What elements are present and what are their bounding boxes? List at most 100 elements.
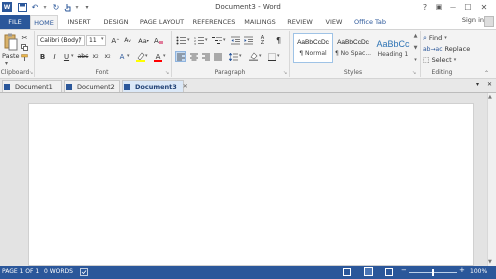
align-left-icon[interactable] bbox=[175, 51, 186, 62]
minimize-icon[interactable]: — bbox=[446, 1, 460, 13]
sign-in-link[interactable]: Sign in bbox=[462, 16, 484, 24]
subscript-icon[interactable]: x2 bbox=[90, 51, 101, 62]
zoom-slider-handle[interactable] bbox=[432, 269, 434, 276]
svg-text:3: 3 bbox=[194, 42, 196, 45]
tab-page-layout[interactable]: PAGE LAYOUT bbox=[138, 15, 186, 29]
more-styles-icon[interactable]: ▾ bbox=[414, 57, 417, 63]
document-page[interactable] bbox=[28, 103, 474, 266]
clipboard-launcher-icon[interactable]: ↘ bbox=[29, 70, 33, 76]
find-button[interactable]: ⌕ Find ▾ bbox=[423, 33, 447, 43]
style-normal[interactable]: AaBbCcDc ¶ Normal bbox=[293, 33, 333, 63]
replace-button[interactable]: ab→ac Replace bbox=[423, 44, 470, 54]
multilevel-list-icon[interactable] bbox=[211, 35, 223, 46]
show-hide-marks-icon[interactable]: ¶ bbox=[273, 35, 284, 46]
borders-dropdown-icon[interactable]: ▾ bbox=[277, 53, 280, 59]
style-no-spacing[interactable]: AaBbCcDc ¶ No Spac... bbox=[333, 33, 373, 63]
styles-gallery-scroll[interactable]: ▲ ▼ ▾ bbox=[412, 33, 419, 63]
web-layout-icon[interactable] bbox=[385, 268, 393, 276]
scroll-up-icon[interactable]: ▲ bbox=[414, 33, 418, 39]
tab-home[interactable]: HOME bbox=[30, 15, 58, 29]
select-button[interactable]: ⬚ Select ▾ bbox=[423, 55, 456, 65]
scroll-up-arrow-icon[interactable]: ▲ bbox=[488, 94, 492, 100]
tab-view[interactable]: VIEW bbox=[322, 15, 346, 29]
word-count[interactable]: 0 WORDS bbox=[44, 268, 73, 275]
paste-dropdown-icon[interactable]: ▾ bbox=[5, 60, 8, 67]
align-center-icon[interactable] bbox=[188, 51, 199, 62]
proofing-icon[interactable] bbox=[80, 268, 88, 276]
bold-icon[interactable]: B bbox=[38, 51, 47, 62]
bullets-icon[interactable] bbox=[175, 35, 187, 46]
font-name-value: Calibri (Body) bbox=[40, 37, 81, 44]
underline-dropdown-icon[interactable]: ▾ bbox=[71, 53, 74, 59]
tab-design[interactable]: DESIGN bbox=[100, 15, 132, 29]
vertical-scrollbar[interactable] bbox=[487, 93, 496, 266]
page-count[interactable]: PAGE 1 OF 1 bbox=[2, 268, 39, 275]
zoom-level[interactable]: 100% bbox=[470, 268, 487, 275]
zoom-in-icon[interactable]: + bbox=[459, 266, 465, 274]
close-tab-icon[interactable]: ✕ bbox=[183, 83, 188, 90]
shrink-font-icon[interactable]: Av bbox=[122, 35, 133, 46]
tab-insert[interactable]: INSERT bbox=[64, 15, 94, 29]
shading-dropdown-icon[interactable]: ▾ bbox=[259, 53, 262, 59]
scroll-down-arrow-icon[interactable]: ▼ bbox=[488, 259, 492, 265]
paragraph-launcher-icon[interactable]: ↘ bbox=[283, 70, 287, 76]
tab-office-tab[interactable]: Office Tab bbox=[352, 15, 388, 29]
tab-list-dropdown-icon[interactable]: ▾ bbox=[476, 81, 479, 88]
text-effects-icon[interactable]: A bbox=[117, 51, 127, 62]
font-name-dropdown-icon[interactable]: ▾ bbox=[79, 36, 82, 42]
numbering-icon[interactable]: 123 bbox=[193, 35, 205, 46]
help-icon[interactable]: ? bbox=[418, 1, 432, 13]
bullets-dropdown-icon[interactable]: ▾ bbox=[187, 37, 190, 43]
style-heading-1[interactable]: AaBbCc Heading 1 bbox=[373, 33, 413, 63]
strikethrough-icon[interactable]: abc bbox=[77, 51, 89, 62]
align-right-icon[interactable] bbox=[200, 51, 211, 62]
decrease-indent-icon[interactable] bbox=[230, 35, 241, 46]
collapse-ribbon-icon[interactable]: ⌃ bbox=[484, 70, 489, 77]
format-painter-icon[interactable] bbox=[20, 53, 29, 62]
close-icon[interactable]: ✕ bbox=[477, 1, 491, 13]
sort-icon[interactable]: AZ bbox=[257, 35, 268, 46]
paste-button[interactable]: Paste bbox=[2, 52, 20, 60]
grow-font-icon[interactable]: A ^ bbox=[110, 35, 121, 46]
italic-icon[interactable]: I bbox=[50, 51, 59, 62]
doc-tab-document1[interactable]: Document1 bbox=[2, 80, 62, 92]
tab-review[interactable]: REVIEW bbox=[284, 15, 316, 29]
styles-launcher-icon[interactable]: ↘ bbox=[412, 70, 416, 76]
doc-tab-document2[interactable]: Document2 bbox=[64, 80, 120, 92]
font-name-select[interactable]: Calibri (Body) bbox=[37, 35, 85, 46]
font-color-dropdown-icon[interactable]: ▾ bbox=[163, 53, 166, 59]
tab-mailings[interactable]: MAILINGS bbox=[242, 15, 278, 29]
change-case-icon[interactable]: Aa ▾ bbox=[137, 35, 150, 46]
avatar[interactable] bbox=[484, 16, 494, 27]
highlight-icon[interactable] bbox=[135, 51, 145, 62]
multilevel-dropdown-icon[interactable]: ▾ bbox=[223, 37, 226, 43]
cut-icon[interactable]: ✂ bbox=[20, 33, 29, 42]
font-size-dropdown-icon[interactable]: ▾ bbox=[101, 36, 104, 42]
copy-icon[interactable] bbox=[20, 43, 29, 52]
borders-icon[interactable] bbox=[266, 51, 277, 62]
justify-icon[interactable] bbox=[212, 51, 223, 62]
numbering-dropdown-icon[interactable]: ▾ bbox=[205, 37, 208, 43]
group-separator bbox=[289, 31, 290, 77]
line-spacing-dropdown-icon[interactable]: ▾ bbox=[239, 53, 242, 59]
underline-icon[interactable]: U bbox=[62, 51, 71, 62]
clear-formatting-icon[interactable]: A bbox=[153, 35, 164, 46]
text-effects-dropdown-icon[interactable]: ▾ bbox=[127, 53, 130, 59]
tab-references[interactable]: REFERENCES bbox=[192, 15, 236, 29]
scroll-down-icon[interactable]: ▼ bbox=[414, 45, 418, 51]
highlight-dropdown-icon[interactable]: ▾ bbox=[145, 53, 148, 59]
font-launcher-icon[interactable]: ↘ bbox=[165, 70, 169, 76]
close-document-icon[interactable]: ✕ bbox=[487, 81, 492, 88]
line-spacing-icon[interactable] bbox=[228, 51, 239, 62]
print-layout-icon[interactable] bbox=[364, 267, 373, 276]
maximize-icon[interactable]: ☐ bbox=[461, 1, 475, 13]
paste-icon[interactable] bbox=[4, 33, 18, 51]
doc-tab-document3[interactable]: Document3 ✕ bbox=[122, 80, 188, 92]
superscript-icon[interactable]: x2 bbox=[102, 51, 113, 62]
ribbon-display-options-icon[interactable]: ▣ bbox=[432, 1, 446, 13]
read-mode-icon[interactable] bbox=[343, 268, 351, 276]
tab-file[interactable]: FILE bbox=[0, 15, 30, 29]
shading-icon[interactable] bbox=[248, 51, 259, 62]
zoom-out-icon[interactable]: − bbox=[401, 266, 407, 274]
increase-indent-icon[interactable] bbox=[243, 35, 254, 46]
